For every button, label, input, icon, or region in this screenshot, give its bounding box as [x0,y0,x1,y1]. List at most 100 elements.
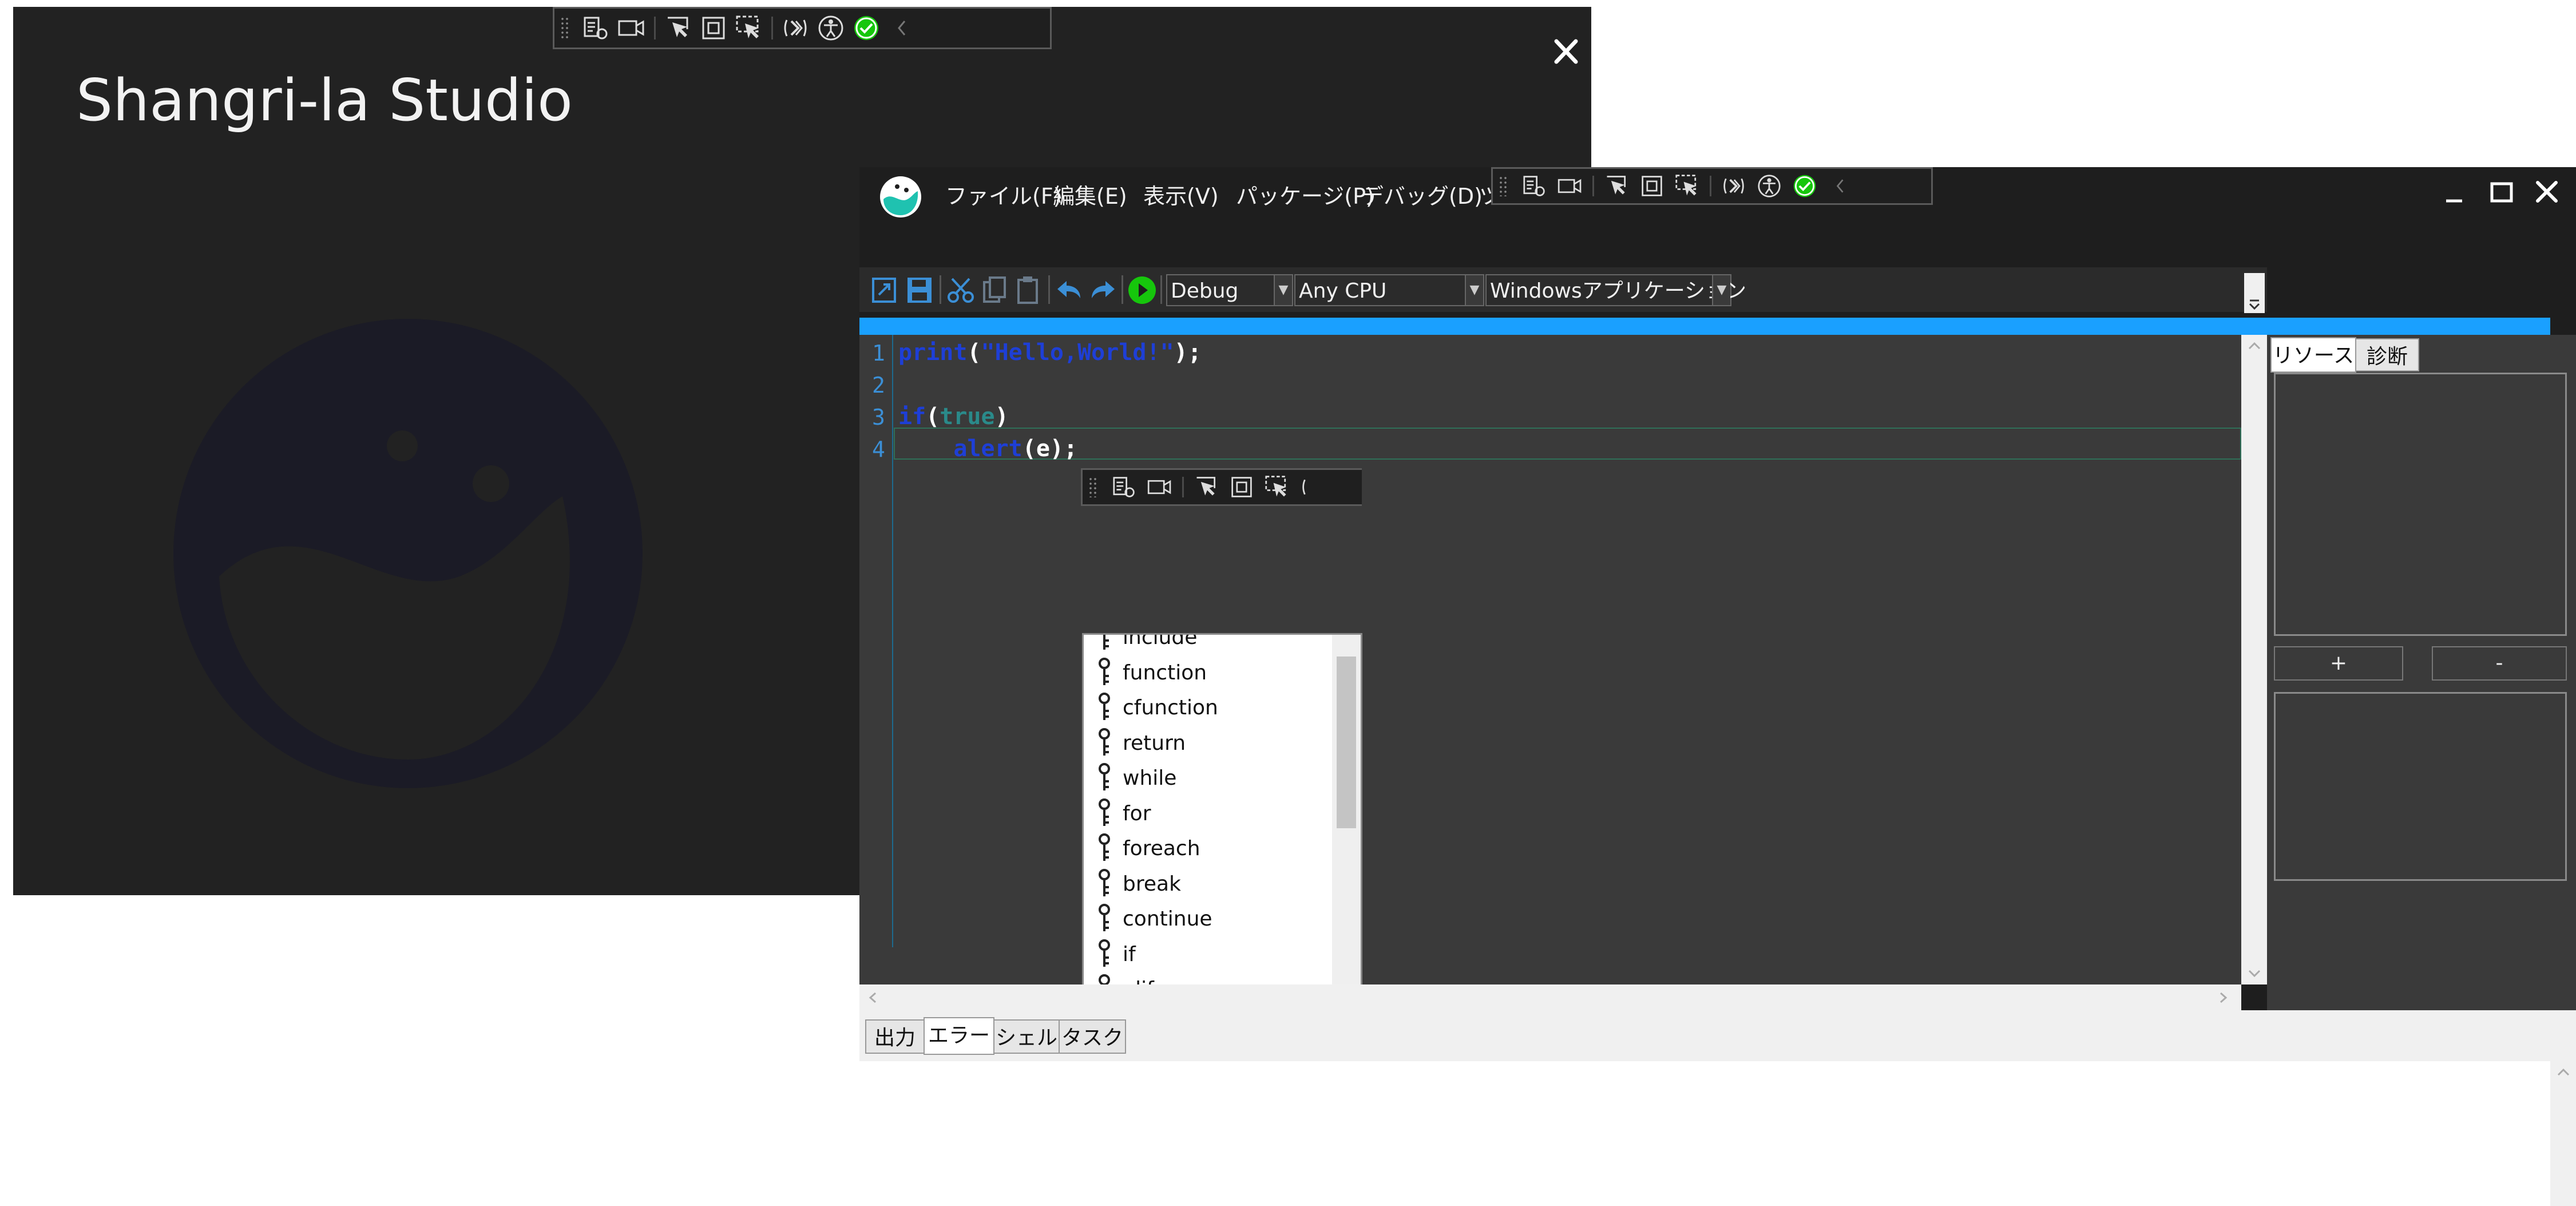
chevron-left-icon[interactable] [866,990,880,1005]
error-list[interactable] [859,1061,2550,1206]
collapse-toolbar-button[interactable] [1822,169,1858,203]
autocomplete-item[interactable]: while [1096,761,1176,795]
live-tree-button[interactable] [1107,470,1142,504]
maximize-button[interactable] [2476,170,2527,216]
autocomplete-item[interactable]: if [1096,937,1136,971]
live-tree-button[interactable] [1517,169,1552,203]
splash-close-button[interactable] [1538,30,1595,76]
maximize-icon [2490,182,2513,203]
live-tree-button[interactable] [578,9,614,48]
track-focus-button[interactable] [1670,169,1705,203]
new-project-icon[interactable] [870,274,902,306]
drag-handle[interactable] [1499,176,1508,196]
run-icon[interactable] [1126,274,1158,306]
code-line-3: if(true) [898,404,1009,430]
menu-edit[interactable]: 編集(E) [1053,179,1127,210]
dropdown-arrow-icon: ▼ [1274,275,1292,305]
chevron-down-icon[interactable] [2246,966,2263,980]
hot-reload-button[interactable] [1716,169,1751,203]
display-layout-button[interactable] [1224,470,1259,504]
select-element-button[interactable] [660,9,696,48]
tab-tasks[interactable]: タスク [1059,1019,1126,1054]
tab-shell[interactable]: シェル [993,1019,1060,1054]
select-element-button[interactable] [1188,470,1224,504]
code-string: "Hello,World!" [981,339,1174,366]
video-camera-icon [618,20,644,36]
drag-handle[interactable] [560,16,569,40]
code-line-1: print("Hello,World!"); [898,339,1202,366]
app-type-value: Windowsアプリケーション [1490,279,1746,303]
code-line-4: alert(e); [898,436,1077,462]
track-focus-button[interactable] [731,9,767,48]
autocomplete-item[interactable]: foreach [1096,831,1200,865]
autocomplete-item-label: for [1123,801,1151,825]
resource-properties[interactable] [2274,692,2567,881]
separator [940,275,941,304]
chevron-up-icon[interactable] [2246,339,2263,353]
autocomplete-item[interactable]: function [1096,655,1207,690]
keyword-icon [1099,763,1110,790]
display-layout-button[interactable] [696,9,731,48]
menu-debug[interactable]: デバッグ(D) [1362,179,1483,210]
autocomplete-item[interactable]: return [1096,726,1186,760]
autocomplete-item[interactable]: for [1096,796,1151,831]
track-focus-button[interactable] [1259,470,1295,504]
cut-icon[interactable] [945,274,977,306]
chevron-up-icon[interactable] [2555,1066,2572,1080]
save-icon[interactable] [904,274,936,306]
toolbar-overflow-button[interactable] [2244,273,2265,313]
remove-resource-button[interactable]: - [2432,646,2567,681]
drag-handle[interactable] [1088,477,1097,497]
autocomplete-item[interactable]: include [1096,635,1197,654]
menu-file[interactable]: ファイル(F) [945,179,1062,210]
undo-icon[interactable] [1053,274,1085,306]
autocomplete-item[interactable]: break [1096,867,1181,901]
tab-resources[interactable]: リソース [2270,337,2356,373]
hot-reload-icon [1302,479,1306,495]
select-pointer-icon [668,17,688,37]
record-button[interactable] [1552,169,1588,203]
visual-tree-icon [584,17,608,39]
binding-check-button[interactable] [849,9,884,48]
line-number: 4 [872,437,885,462]
output-vertical-scrollbar[interactable] [2550,1061,2576,1206]
platform-select[interactable]: Any CPU ▼ [1294,274,1484,306]
code-editor[interactable]: 1 2 3 4 print("Hello,World!"); if(true) … [859,335,2241,1142]
app-type-select[interactable]: Windowsアプリケーション ▼ [1485,274,1746,306]
redo-icon[interactable] [1087,274,1119,306]
tab-output[interactable]: 出力 [865,1019,925,1054]
accessibility-button[interactable] [1751,169,1787,203]
collapse-toolbar-button[interactable] [884,9,920,48]
code-token: ); [1174,339,1202,366]
menu-view[interactable]: 表示(V) [1143,179,1219,210]
editor-vertical-scrollbar[interactable] [2241,335,2267,984]
accessibility-button[interactable] [813,9,849,48]
binding-check-button[interactable] [1787,169,1822,203]
copy-icon[interactable] [980,274,1012,306]
hot-reload-button[interactable] [778,9,813,48]
autocomplete-item[interactable]: continue [1096,901,1212,936]
layout-adorner-icon [702,17,725,39]
scroll-thumb[interactable] [1337,657,1356,828]
current-line-highlight [894,428,2241,460]
menu-package[interactable]: パッケージ(P) [1236,179,1374,210]
record-button[interactable] [1142,470,1178,504]
resource-list[interactable] [2274,373,2567,636]
record-button[interactable] [614,9,649,48]
select-element-button[interactable] [1599,169,1634,203]
close-button[interactable] [2522,170,2573,216]
hot-reload-icon [784,19,807,37]
editor-horizontal-scrollbar[interactable] [859,984,2241,1010]
paste-icon[interactable] [1013,274,1045,306]
code-token: alert [953,436,1023,462]
hot-reload-button[interactable] [1295,470,1330,504]
add-resource-button[interactable]: + [2274,646,2403,681]
autocomplete-item[interactable]: cfunction [1096,690,1218,725]
chevron-right-icon[interactable] [2216,990,2230,1005]
config-select[interactable]: Debug ▼ [1166,274,1293,306]
tab-diagnostics[interactable]: 診断 [2355,338,2419,371]
display-layout-button[interactable] [1634,169,1670,203]
track-focus-icon [1675,175,1697,196]
minimize-button[interactable] [2430,170,2482,216]
tab-errors[interactable]: エラー [924,1017,994,1055]
